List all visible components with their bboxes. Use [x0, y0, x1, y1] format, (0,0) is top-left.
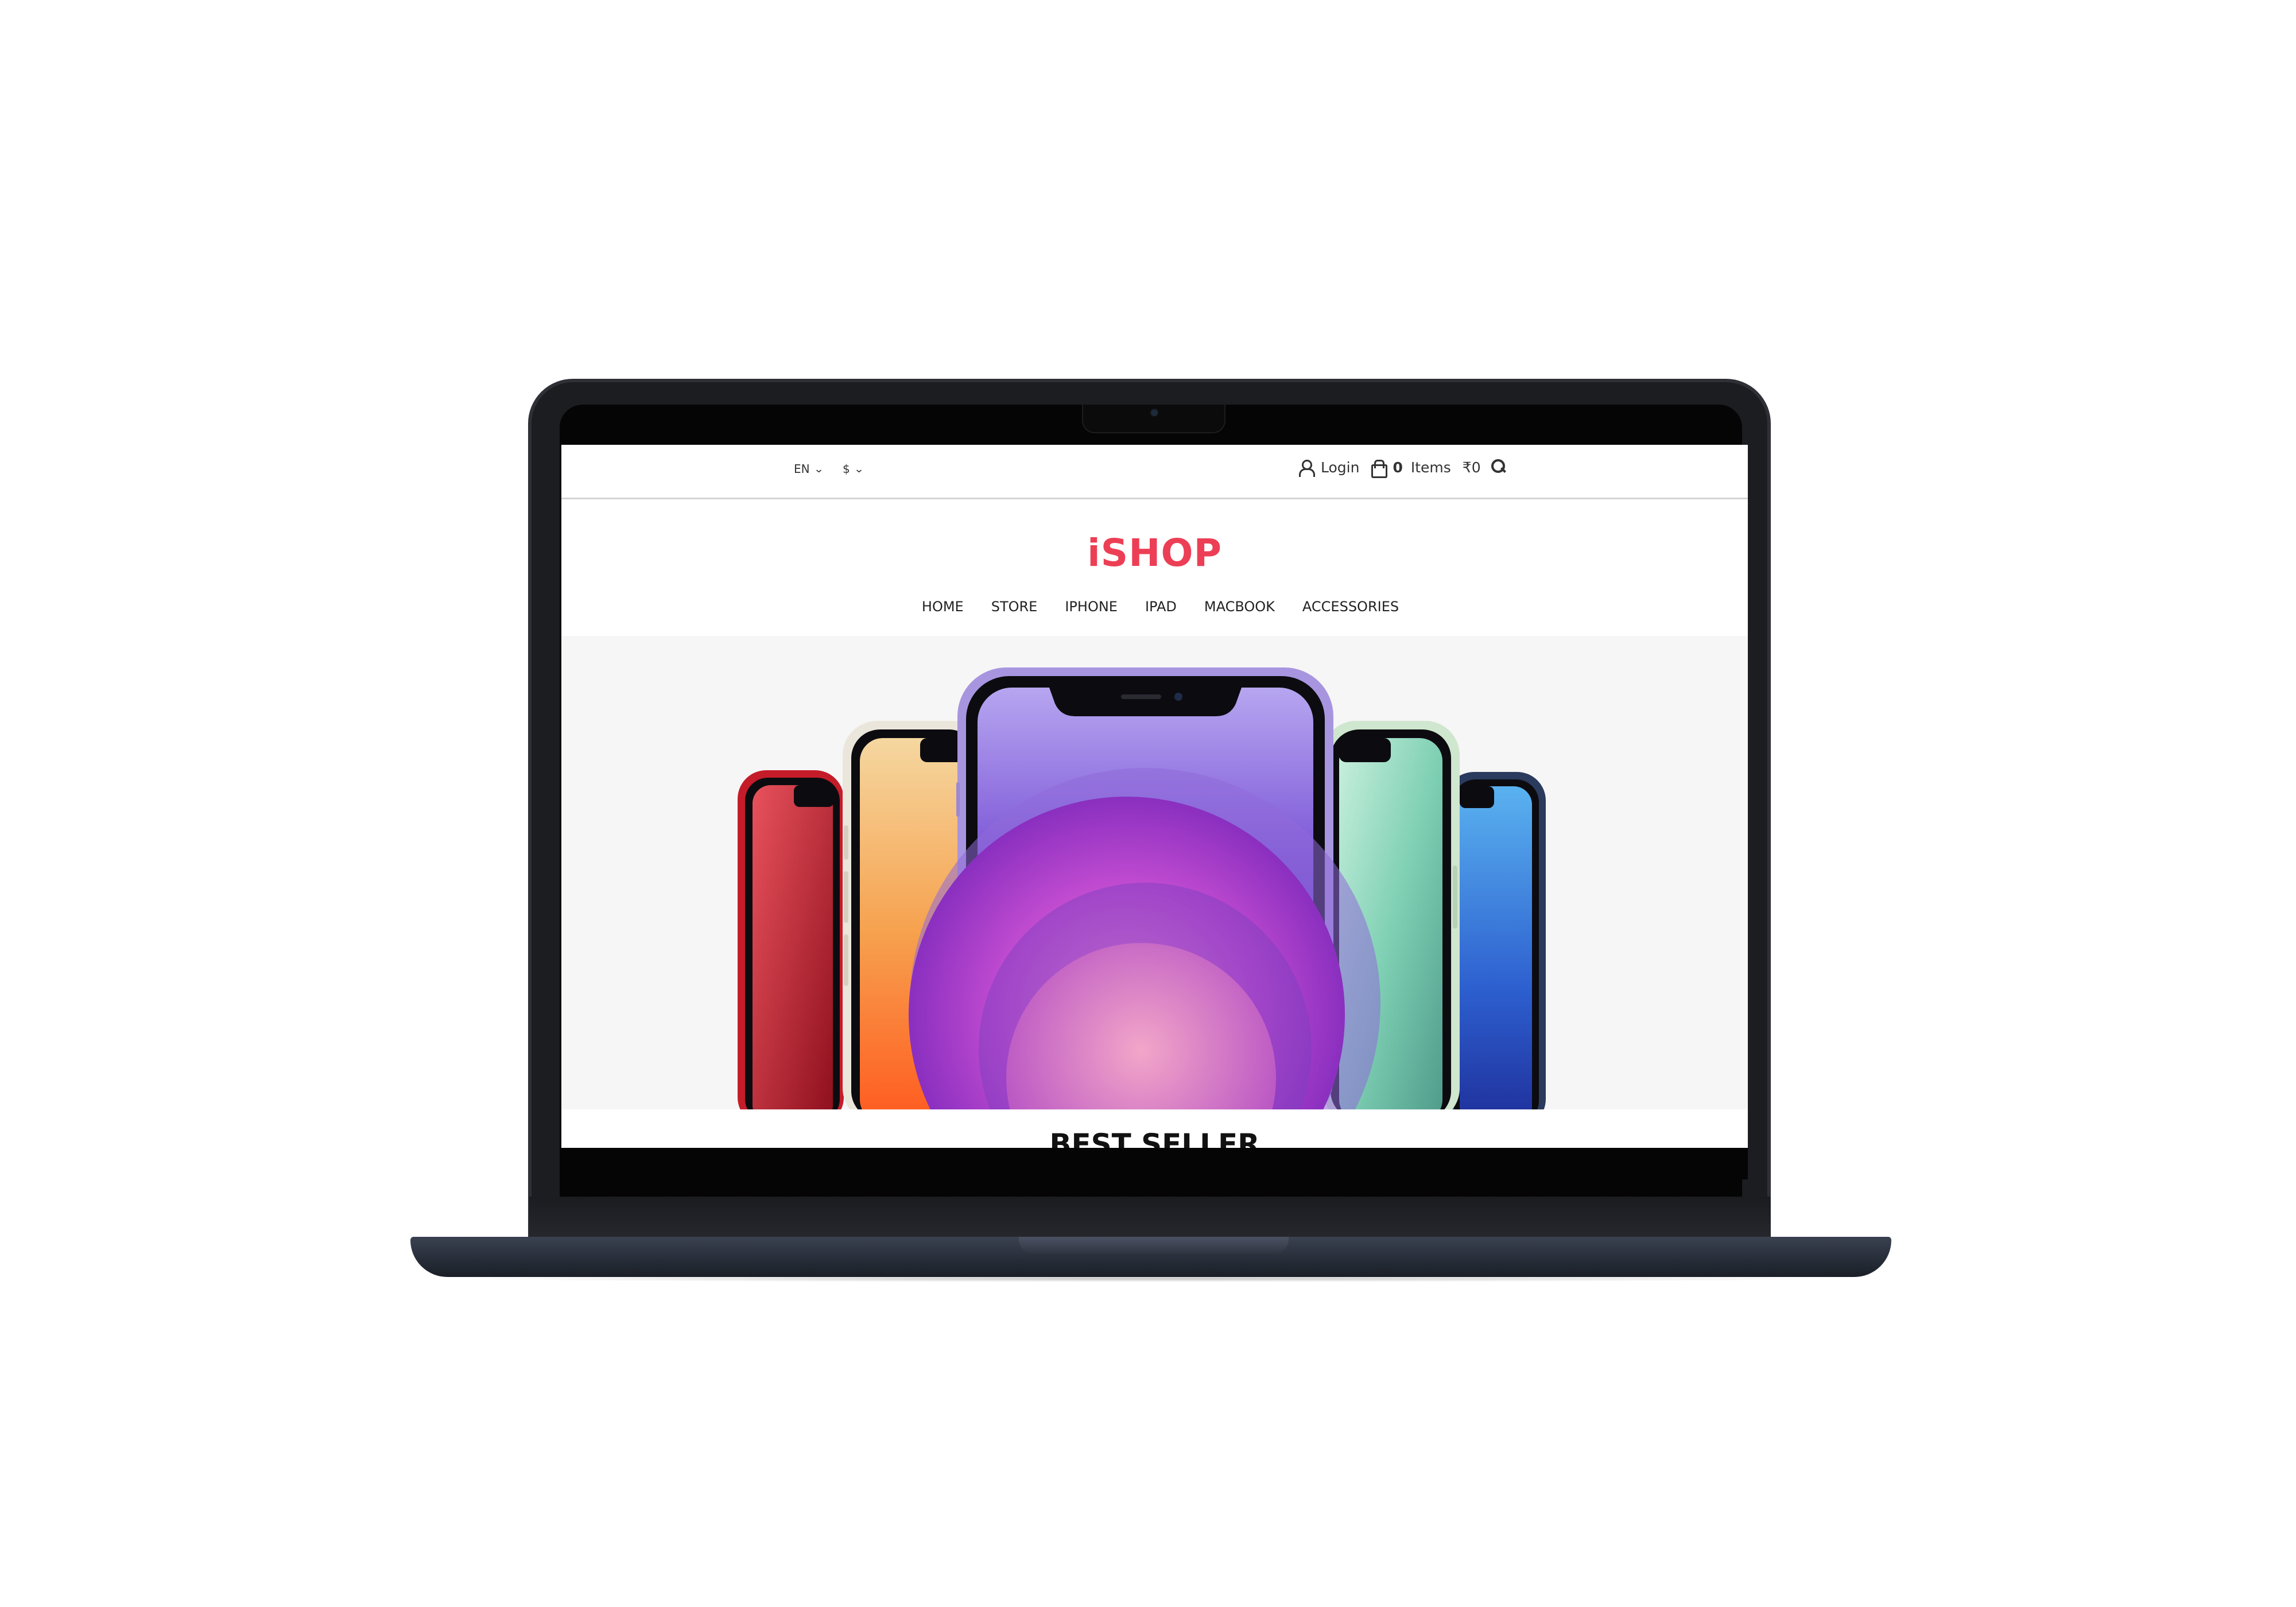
cart-total: ₹0	[1462, 459, 1481, 476]
website-screen: EN ⌄ $ ⌄ Login 0 Items ₹0 iSHOP HOME STO…	[561, 445, 1748, 1148]
currency-select[interactable]: $ ⌄	[843, 462, 864, 476]
lid-bottom	[529, 1197, 1770, 1238]
cart-count[interactable]: 0	[1393, 459, 1402, 476]
nav-home[interactable]: HOME	[922, 599, 964, 615]
login-link[interactable]: Login	[1321, 459, 1359, 476]
camera-icon	[1151, 409, 1158, 416]
search-icon[interactable]	[1491, 459, 1506, 475]
hero-banner[interactable]	[561, 636, 1748, 1148]
nav-accessories[interactable]: ACCESSORIES	[1302, 599, 1399, 615]
nav-ipad[interactable]: IPAD	[1145, 599, 1177, 615]
user-area: Login 0 Items ₹0	[1298, 459, 1506, 478]
cart-label[interactable]: Items	[1411, 459, 1451, 476]
chevron-down-icon: ⌄	[813, 463, 824, 475]
currency-value: $	[843, 462, 850, 476]
base-groove	[1019, 1237, 1289, 1254]
hero-phones-image	[738, 667, 1546, 1148]
best-seller-title: BEST SELLER	[1049, 1128, 1260, 1148]
phone-red	[738, 770, 844, 1126]
nav-store[interactable]: STORE	[991, 599, 1038, 615]
main-nav: HOME STORE IPHONE IPAD MACBOOK ACCESSORI…	[561, 599, 1748, 615]
nav-macbook[interactable]: MACBOOK	[1204, 599, 1275, 615]
camera-notch	[1082, 405, 1225, 433]
top-bar: EN ⌄ $ ⌄ Login 0 Items ₹0	[561, 445, 1748, 499]
nav-iphone[interactable]: IPHONE	[1065, 599, 1118, 615]
phone-purple	[909, 667, 1380, 1148]
screen-chin	[561, 1148, 1748, 1179]
site-logo[interactable]: iSHOP	[561, 531, 1748, 575]
bag-icon[interactable]	[1371, 460, 1388, 478]
user-icon[interactable]	[1298, 459, 1315, 477]
language-select[interactable]: EN ⌄	[794, 462, 824, 476]
phone-blue	[1445, 772, 1546, 1128]
chevron-down-icon: ⌄	[854, 463, 864, 475]
base-shadow	[436, 1275, 1865, 1282]
language-value: EN	[794, 462, 810, 476]
